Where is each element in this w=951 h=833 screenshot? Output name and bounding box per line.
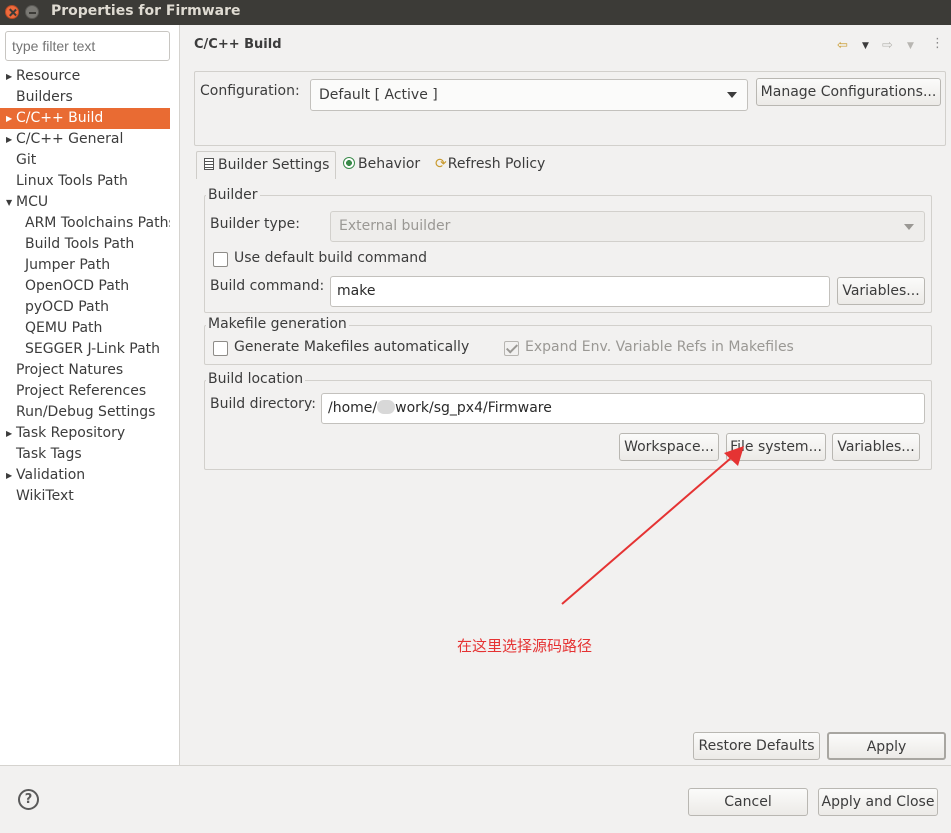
cancel-button[interactable]: Cancel (688, 788, 808, 816)
apply-button[interactable]: Apply (827, 732, 946, 760)
annotation-arrow (561, 446, 744, 605)
apply-and-close-button[interactable]: Apply and Close (818, 788, 938, 816)
annotation-text: 在这里选择源码路径 (457, 637, 593, 655)
restore-defaults-button[interactable]: Restore Defaults (693, 732, 820, 760)
footer-divider (0, 765, 951, 766)
help-icon[interactable]: ? (18, 789, 39, 810)
